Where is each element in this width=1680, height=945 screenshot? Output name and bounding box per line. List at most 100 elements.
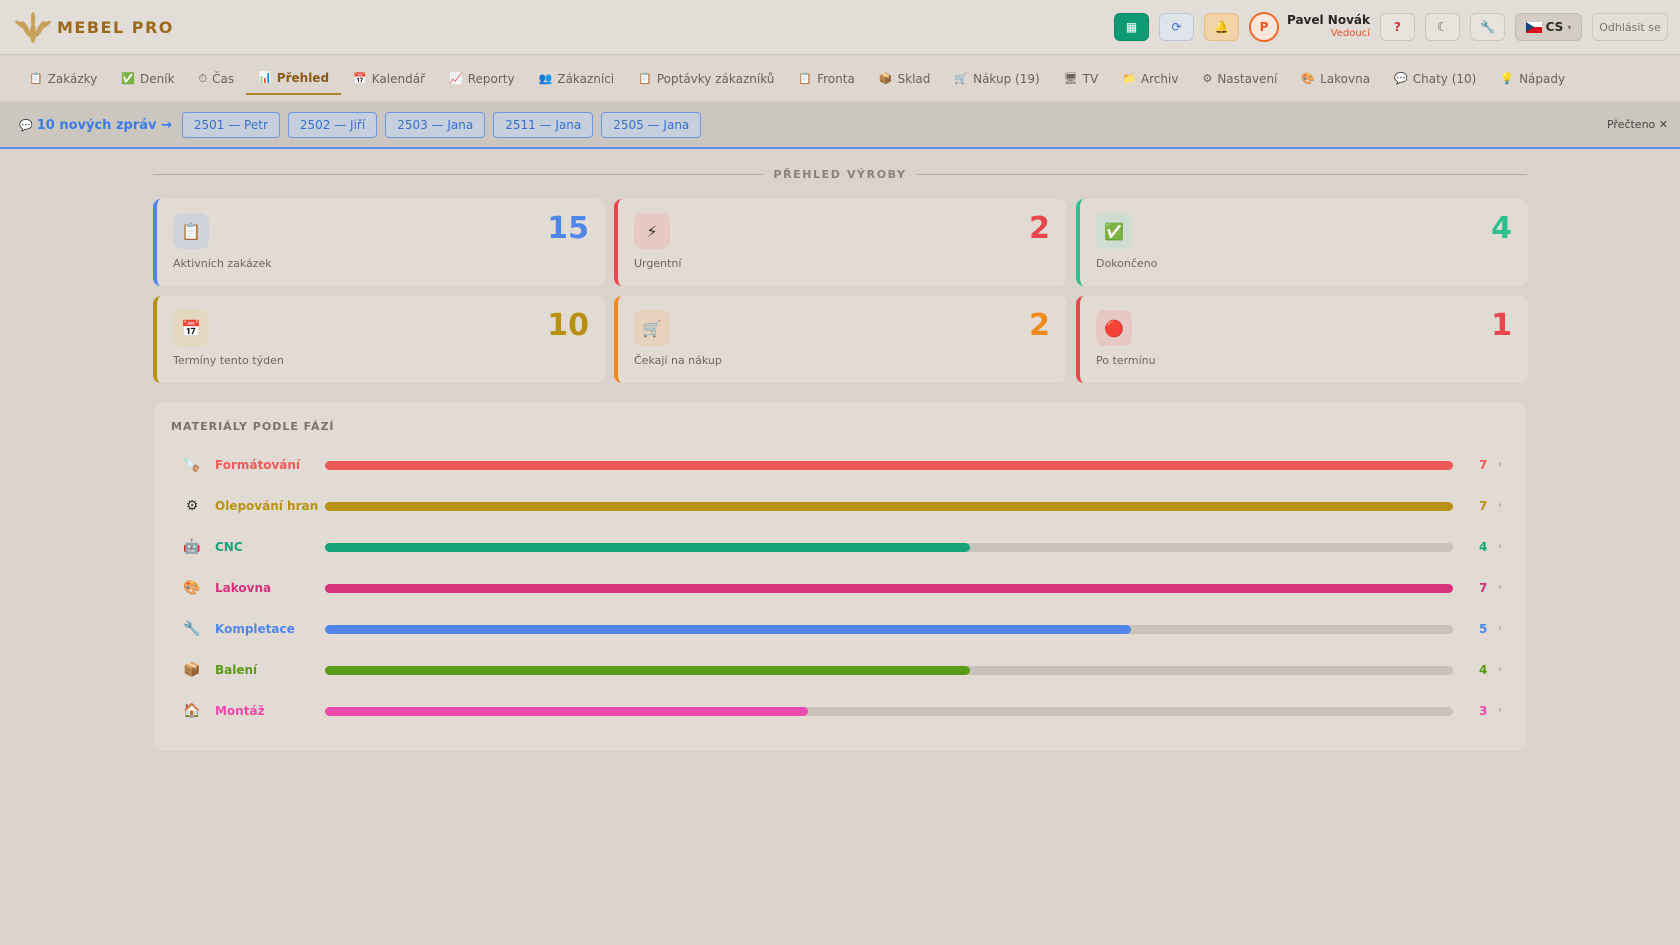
chevron-right-icon: › [1498, 459, 1502, 470]
help-button[interactable]: ? [1380, 13, 1415, 41]
clipboard-icon: 📋 [29, 72, 43, 85]
message-chip[interactable]: 2511 — Jana [493, 112, 594, 138]
phase-label: CNC [215, 540, 243, 554]
phase-progress-track [325, 625, 1453, 634]
nav-item-reporty[interactable]: 📈 Reporty [437, 63, 527, 95]
phase-progress-fill [325, 543, 970, 552]
people-icon: 👥 [538, 72, 553, 85]
message-chip[interactable]: 2503 — Jana [385, 112, 486, 138]
message-chip[interactable]: 2502 — Jiří [287, 112, 378, 138]
materials-title: MATERIÁLY PODLE FÁZÍ [171, 420, 335, 433]
phase-row[interactable]: 🔧 Kompletace 5 › [153, 614, 1527, 644]
phase-progress-track [325, 543, 1453, 552]
message-chip[interactable]: 2501 — Petr [181, 112, 280, 138]
nav-item-tv[interactable]: 🖥 TV [1052, 63, 1111, 95]
nav-item-label: Zákazníci [557, 71, 615, 86]
stat-value: 2 [1029, 211, 1050, 246]
logo[interactable]: MEBEL PRO [15, 9, 174, 45]
chevron-right-icon: › [1498, 623, 1502, 634]
nav-item-archiv[interactable]: 📁 Archiv [1110, 63, 1190, 95]
new-messages-link[interactable]: 10 nových zpráv → [37, 118, 172, 133]
stat-value: 10 [547, 308, 589, 343]
app-header: MEBEL PRO ▦ ⟳ 🔔 P Pavel Novák Vedoucí ? … [0, 0, 1680, 55]
chevron-right-icon: › [1498, 664, 1502, 675]
app-name: MEBEL PRO [57, 17, 174, 37]
stat-label: Po termínu [1096, 354, 1156, 367]
nav-item-zakázky[interactable]: 📋 Zakázky [17, 63, 109, 95]
red-circle-icon: 🔴 [1096, 310, 1132, 346]
phase-progress-track [325, 584, 1453, 593]
refresh-button[interactable]: ⟳ [1158, 13, 1194, 41]
phase-count: 4 [1479, 540, 1488, 554]
nav-item-nastavení[interactable]: ⚙ Nastavení [1190, 63, 1289, 95]
paint-icon: 🎨 [183, 580, 201, 596]
phase-row[interactable]: 🏠 Montáž 3 › [153, 696, 1527, 726]
stat-label: Dokončeno [1096, 257, 1158, 270]
nav-item-label: Chaty (10) [1412, 71, 1477, 86]
calendar-icon: 📅 [353, 72, 367, 85]
bell-icon: 🔔 [1214, 20, 1229, 34]
stat-label: Čekají na nákup [634, 354, 722, 367]
stat-card[interactable]: 📅 10 Termíny tento týden [153, 296, 605, 383]
avatar[interactable]: P [1248, 12, 1279, 42]
chevron-right-icon: › [1498, 582, 1502, 593]
nav-item-nápady[interactable]: 💡 Nápady [1488, 63, 1577, 95]
chat-icon: 💬 [1394, 72, 1408, 85]
phase-count: 5 [1479, 622, 1488, 636]
phase-row[interactable]: 🎨 Lakovna 7 › [153, 573, 1527, 603]
stat-label: Termíny tento týden [173, 354, 284, 367]
nav-item-deník[interactable]: ✅ Deník [109, 63, 186, 95]
stat-card[interactable]: 🛒 2 Čekají na nákup [614, 296, 1066, 383]
nav-item-label: Reporty [467, 71, 515, 86]
tv-icon: 🖥 [1063, 72, 1078, 85]
user-name: Pavel Novák [1286, 13, 1370, 27]
new-messages-bar: 💬 10 nových zpráv → 2501 — Petr 2502 — Ji… [0, 103, 1680, 149]
nav-item-kalendář[interactable]: 📅 Kalendář [341, 63, 437, 95]
materials-panel: MATERIÁLY PODLE FÁZÍ 🪚 Formátování 7 › ⚙ Olep… [153, 403, 1527, 751]
mark-read-button[interactable]: Přečteno ✕ [1607, 118, 1668, 131]
nav-item-nákup-19[interactable]: 🛒 Nákup (19) [942, 63, 1051, 95]
nav-item-sklad[interactable]: 📦 Sklad [867, 63, 943, 95]
overview-title: PŘEHLED VÝROBY [153, 165, 1527, 183]
stat-card[interactable]: ⚡ 2 Urgentní [614, 199, 1066, 286]
overview-title-text: PŘEHLED VÝROBY [773, 167, 907, 181]
stat-card[interactable]: 🔴 1 Po termínu [1076, 296, 1528, 383]
phase-progress-fill [325, 666, 970, 675]
stat-label: Urgentní [634, 257, 682, 270]
nav-item-chaty-10[interactable]: 💬 Chaty (10) [1382, 63, 1488, 95]
nav-item-přehled[interactable]: 📊 Přehled [246, 63, 342, 95]
nav-item-fronta[interactable]: 📋 Fronta [786, 63, 866, 95]
clipboard-icon: 📋 [798, 72, 813, 85]
house-icon: 🏠 [183, 703, 201, 719]
phase-row[interactable]: 🪚 Formátování 7 › [153, 450, 1527, 480]
message-chips: 2501 — Petr 2502 — Jiří 2503 — Jana 2511 — … [181, 112, 709, 138]
notifications-button[interactable]: 🔔 [1203, 13, 1239, 41]
phase-row[interactable]: 📦 Balení 4 › [153, 655, 1527, 685]
nav-item-čas[interactable]: ⏱ Čas [187, 63, 247, 95]
nav-item-poptávky-zákazníků[interactable]: 📋 Poptávky zákazníků [626, 63, 786, 95]
tools-button[interactable]: 🔧 [1470, 13, 1505, 41]
logout-button[interactable]: Odhlásit se [1592, 13, 1668, 41]
display-button[interactable]: ▦ [1113, 13, 1149, 41]
stat-card[interactable]: 📋 15 Aktivních zakázek [153, 199, 605, 286]
phase-label: Lakovna [215, 581, 272, 595]
header-actions: ▦ ⟳ 🔔 P Pavel Novák Vedoucí ? ☾ 🔧 CS ▾ O… [1104, 12, 1668, 42]
phase-count: 3 [1479, 704, 1488, 718]
phase-label: Montáž [215, 704, 265, 718]
nav-item-label: Nápady [1519, 71, 1566, 86]
phase-row[interactable]: 🤖 CNC 4 › [153, 532, 1527, 562]
message-chip[interactable]: 2505 — Jana [601, 112, 702, 138]
phase-label: Balení [215, 663, 258, 677]
nav-item-label: Nastavení [1217, 71, 1278, 86]
phase-label: Formátování [215, 458, 301, 472]
phase-row[interactable]: ⚙ Olepování hran 7 › [153, 491, 1527, 521]
stat-card[interactable]: ✅ 4 Dokončeno [1076, 199, 1528, 286]
language-select[interactable]: CS ▾ [1515, 13, 1582, 41]
nav-item-lakovna[interactable]: 🎨 Lakovna [1289, 63, 1382, 95]
phase-progress-fill [325, 461, 1453, 470]
theme-button[interactable]: ☾ [1425, 13, 1460, 41]
chevron-right-icon: › [1498, 705, 1502, 716]
cart-icon: 🛒 [634, 310, 670, 346]
nav-item-zákazníci[interactable]: 👥 Zákazníci [527, 63, 627, 95]
nav-item-label: Čas [212, 71, 235, 86]
